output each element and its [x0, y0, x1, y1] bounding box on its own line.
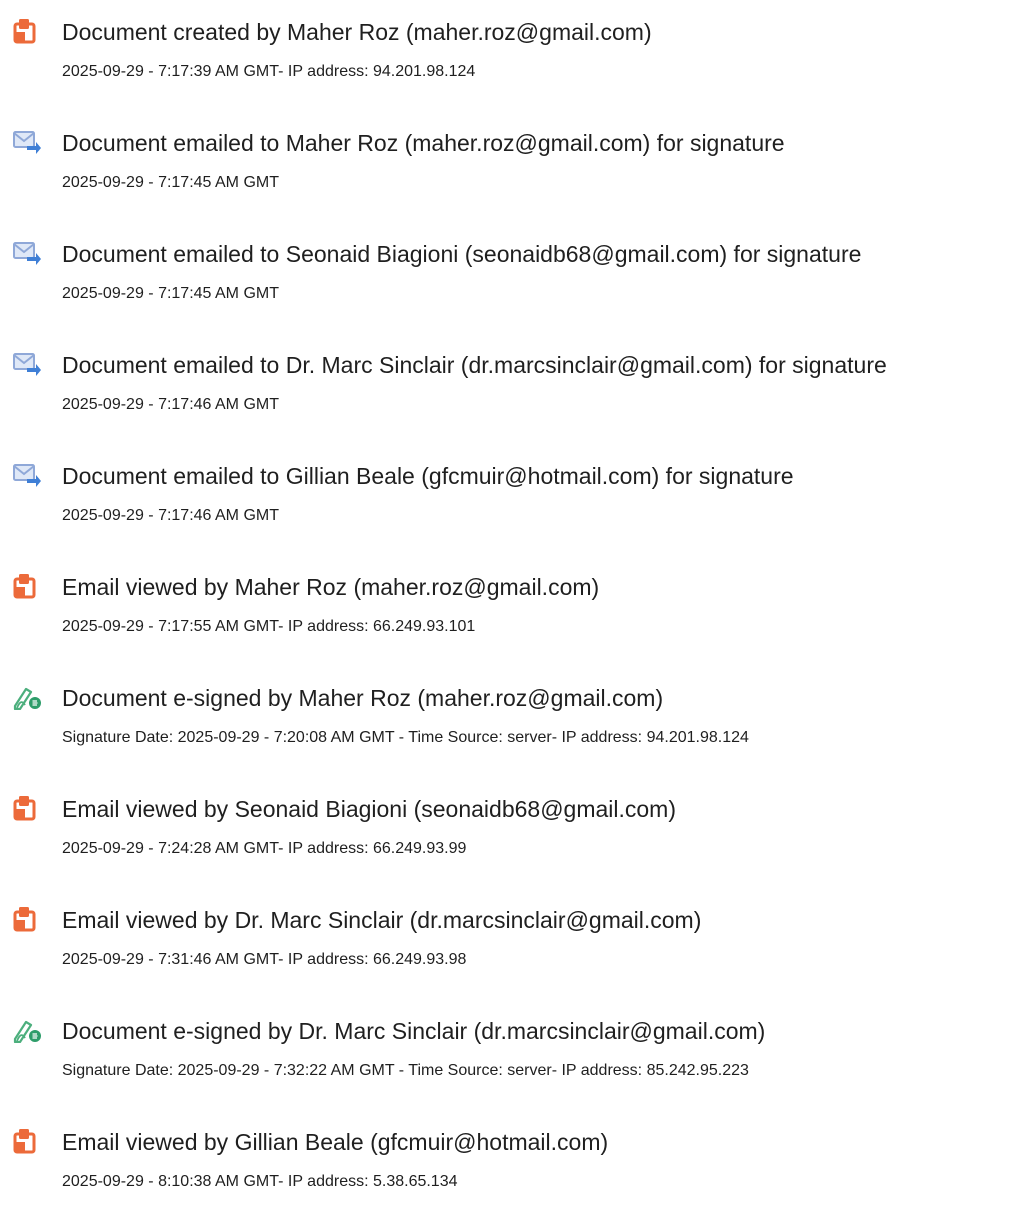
event-title: Document created by Maher Roz (maher.roz…: [62, 19, 652, 45]
audit-event: Email viewed by Dr. Marc Sinclair (dr.ma…: [0, 888, 1021, 978]
event-timestamp: 2025-09-29 - 7:24:28 AM GMT- IP address:…: [62, 840, 467, 857]
event-title: Email viewed by Seonaid Biagioni (seonai…: [62, 796, 677, 822]
event-timestamp: 2025-09-29 - 8:10:38 AM GMT- IP address:…: [62, 1173, 458, 1190]
document-viewed-icon: [12, 1128, 42, 1154]
audit-event: Email viewed by Gillian Beale (gfcmuir@h…: [0, 1110, 1021, 1200]
event-timestamp: Signature Date: 2025-09-29 - 7:20:08 AM …: [62, 729, 749, 746]
document-created-icon: [12, 18, 42, 44]
audit-event: Document emailed to Maher Roz (maher.roz…: [0, 111, 1021, 201]
event-timestamp: 2025-09-29 - 7:31:46 AM GMT- IP address:…: [62, 951, 467, 968]
event-title: Email viewed by Maher Roz (maher.roz@gma…: [62, 574, 600, 600]
event-title: Document e-signed by Maher Roz (maher.ro…: [62, 685, 664, 711]
event-title: Document emailed to Maher Roz (maher.roz…: [62, 130, 785, 156]
e-sign-icon: [12, 1017, 42, 1043]
audit-event: Document e-signed by Dr. Marc Sinclair (…: [0, 999, 1021, 1089]
event-title: Email viewed by Gillian Beale (gfcmuir@h…: [62, 1129, 609, 1155]
event-timestamp: 2025-09-29 - 7:17:46 AM GMT: [62, 396, 279, 413]
audit-event: Email viewed by Maher Roz (maher.roz@gma…: [0, 555, 1021, 645]
event-timestamp: 2025-09-29 - 7:17:46 AM GMT: [62, 507, 279, 524]
audit-event: Document created by Maher Roz (maher.roz…: [0, 0, 1021, 90]
document-viewed-icon: [12, 906, 42, 932]
event-title: Document e-signed by Dr. Marc Sinclair (…: [62, 1018, 766, 1044]
email-sent-icon: [12, 462, 42, 488]
audit-event: Document emailed to Seonaid Biagioni (se…: [0, 222, 1021, 312]
document-viewed-icon: [12, 573, 42, 599]
email-sent-icon: [12, 129, 42, 155]
event-timestamp: 2025-09-29 - 7:17:45 AM GMT: [62, 174, 279, 191]
event-title: Document emailed to Seonaid Biagioni (se…: [62, 241, 862, 267]
e-sign-icon: [12, 684, 42, 710]
event-timestamp: 2025-09-29 - 7:17:55 AM GMT- IP address:…: [62, 618, 476, 635]
event-timestamp: 2025-09-29 - 7:17:39 AM GMT- IP address:…: [62, 63, 476, 80]
event-timestamp: Signature Date: 2025-09-29 - 7:32:22 AM …: [62, 1062, 749, 1079]
event-title: Email viewed by Dr. Marc Sinclair (dr.ma…: [62, 907, 702, 933]
event-title: Document emailed to Dr. Marc Sinclair (d…: [62, 352, 887, 378]
event-title: Document emailed to Gillian Beale (gfcmu…: [62, 463, 794, 489]
email-sent-icon: [12, 351, 42, 377]
document-viewed-icon: [12, 795, 42, 821]
event-timestamp: 2025-09-29 - 7:17:45 AM GMT: [62, 285, 279, 302]
audit-event: Email viewed by Seonaid Biagioni (seonai…: [0, 777, 1021, 867]
audit-event: Document e-signed by Maher Roz (maher.ro…: [0, 666, 1021, 756]
email-sent-icon: [12, 240, 42, 266]
audit-event: Document emailed to Gillian Beale (gfcmu…: [0, 444, 1021, 534]
audit-event: Document emailed to Dr. Marc Sinclair (d…: [0, 333, 1021, 423]
